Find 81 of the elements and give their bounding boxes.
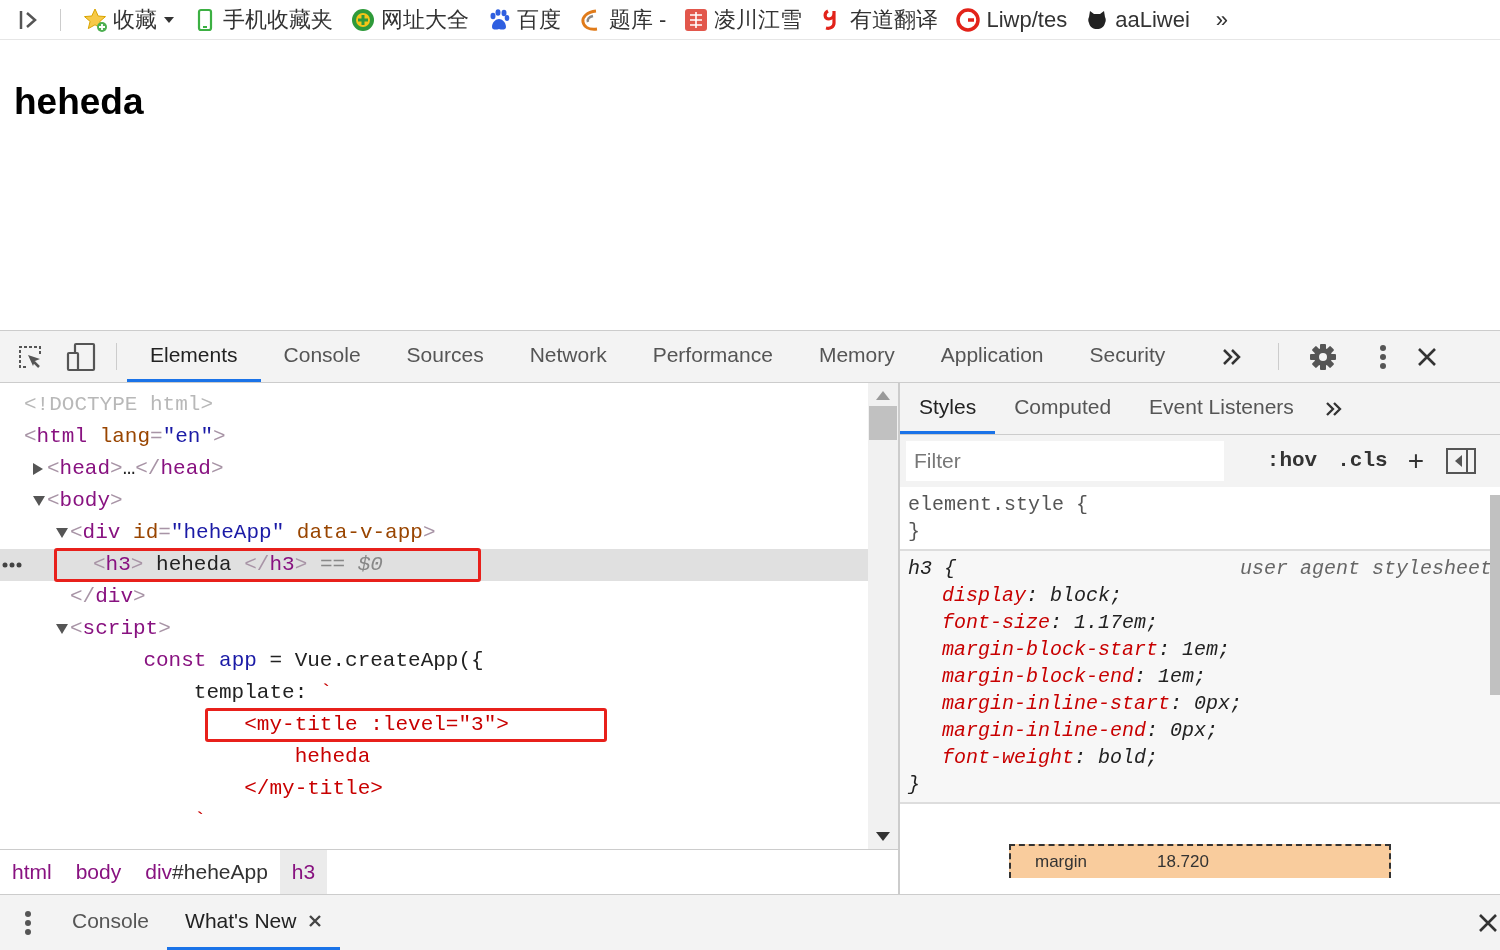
dom-line[interactable]: template: ` — [93, 679, 333, 707]
more-icon — [2, 562, 22, 568]
sidebar-tab[interactable]: Event Listeners — [1130, 383, 1313, 434]
rule-brace: } — [908, 519, 921, 545]
bookmark-link[interactable]: 百度 — [517, 3, 561, 36]
panel-tab[interactable]: Performance — [629, 331, 796, 382]
close-icon[interactable] — [1478, 912, 1498, 933]
close-icon[interactable] — [308, 914, 323, 928]
dom-line[interactable]: heheda — [93, 743, 371, 771]
dom-line[interactable]: <div id="heheApp" data-v-app> — [70, 519, 436, 547]
css-property[interactable]: margin-block-start: 1em; — [908, 636, 1492, 663]
toolbar-button[interactable]: :hov — [1258, 445, 1326, 477]
more-tabs-icon[interactable] — [1324, 400, 1343, 417]
css-property[interactable]: margin-inline-end: 0px; — [908, 717, 1492, 744]
expand-arrow-icon[interactable] — [56, 528, 68, 538]
rule-selector[interactable]: element.style { — [908, 491, 1089, 518]
dom-line[interactable]: <body> — [47, 487, 123, 515]
breadcrumb[interactable]: h3 — [279, 850, 328, 894]
dom-line[interactable]: const app = Vue.createApp({ — [93, 647, 484, 675]
css-property[interactable]: font-size: 1.17em; — [908, 609, 1492, 636]
expand-arrow-icon[interactable] — [56, 624, 68, 634]
box-model-label: margin — [1035, 851, 1087, 874]
more-options-icon[interactable] — [24, 909, 32, 936]
more-tabs-icon[interactable] — [1222, 347, 1243, 366]
sidebar-tab[interactable]: Computed — [995, 383, 1131, 434]
selected-row[interactable]: <h3> heheda </h3> == $0 — [0, 549, 868, 581]
panel-tab[interactable]: Security — [1066, 331, 1189, 382]
drawer-tab[interactable]: Console — [54, 895, 168, 950]
bookmark-link[interactable]: Liwp/tes — [986, 3, 1068, 36]
more-bookmarks-button[interactable]: » — [1215, 3, 1229, 36]
scrollbar-thumb[interactable] — [869, 406, 897, 440]
panel-tab[interactable]: Elements — [127, 331, 261, 382]
dom-line[interactable]: ` — [93, 807, 207, 835]
scrollbar-thumb[interactable] — [1490, 495, 1500, 695]
device-icon[interactable] — [66, 341, 96, 372]
bookmark-link[interactable]: 收藏 — [113, 3, 157, 36]
panel-tab[interactable]: Console — [260, 331, 384, 382]
page-heading: heheda — [14, 80, 145, 124]
css-property[interactable]: display: block; — [908, 582, 1492, 609]
globe-icon[interactable] — [351, 7, 375, 32]
scrollbar[interactable] — [868, 383, 898, 849]
star-icon[interactable] — [83, 7, 107, 32]
dom-line[interactable]: <html lang="en"> — [24, 423, 226, 451]
bookmark-link[interactable]: aaLiwei — [1115, 3, 1190, 36]
box-model-value[interactable]: 18.720 — [1156, 849, 1209, 875]
close-icon[interactable] — [1417, 346, 1438, 367]
dom-line[interactable]: </div> — [70, 583, 146, 611]
bookmark-link[interactable]: 有道翻译 — [850, 3, 939, 36]
css-property[interactable]: margin-block-end: 1em; — [908, 663, 1492, 690]
drawer-tab[interactable]: What's New — [167, 895, 341, 950]
bookmark-link[interactable]: 凌川江雪 — [714, 3, 803, 36]
rule-origin: user agent stylesheet — [1239, 556, 1492, 582]
panel-tab[interactable]: Sources — [383, 331, 507, 382]
bookmark-link[interactable]: 手机收藏夹 — [223, 3, 333, 36]
sidebar-toggle-icon[interactable] — [1446, 448, 1476, 474]
panel-tab[interactable]: Application — [917, 331, 1067, 382]
toolbar-button[interactable]: + — [1399, 447, 1432, 475]
collapse-arrow-icon[interactable] — [33, 463, 43, 475]
toolbar-button[interactable]: .cls — [1329, 445, 1396, 477]
filter-field[interactable]: Filter — [906, 441, 1224, 481]
settings-icon[interactable] — [1309, 342, 1338, 371]
panel-tab[interactable]: Network — [506, 331, 630, 382]
more-options-icon[interactable] — [1379, 343, 1388, 370]
bookmark-link[interactable]: 题库 - — [609, 3, 667, 36]
panel-tab[interactable]: Memory — [795, 331, 918, 382]
css-property[interactable]: font-weight: bold; — [908, 744, 1492, 771]
css-property[interactable]: margin-inline-start: 0px; — [908, 690, 1492, 717]
scroll-down-icon[interactable] — [876, 832, 890, 841]
dom-line[interactable]: </my-title> — [93, 775, 383, 803]
dom-line[interactable]: <script> — [70, 615, 171, 643]
caret-icon[interactable] — [163, 15, 175, 24]
ring-icon[interactable] — [956, 7, 981, 32]
dom-line[interactable]: <head>…</head> — [47, 455, 224, 483]
rule-selector[interactable]: h3 { — [908, 555, 956, 582]
bookmark-link[interactable]: 网址大全 — [381, 3, 469, 36]
rule-brace: } — [908, 772, 921, 798]
breadcrumb[interactable]: body — [63, 850, 134, 894]
expand-arrow-icon[interactable] — [33, 496, 45, 506]
breadcrumb[interactable]: html — [0, 850, 64, 894]
breadcrumb[interactable]: div#heheApp — [133, 850, 280, 894]
app-icon[interactable] — [684, 7, 709, 32]
